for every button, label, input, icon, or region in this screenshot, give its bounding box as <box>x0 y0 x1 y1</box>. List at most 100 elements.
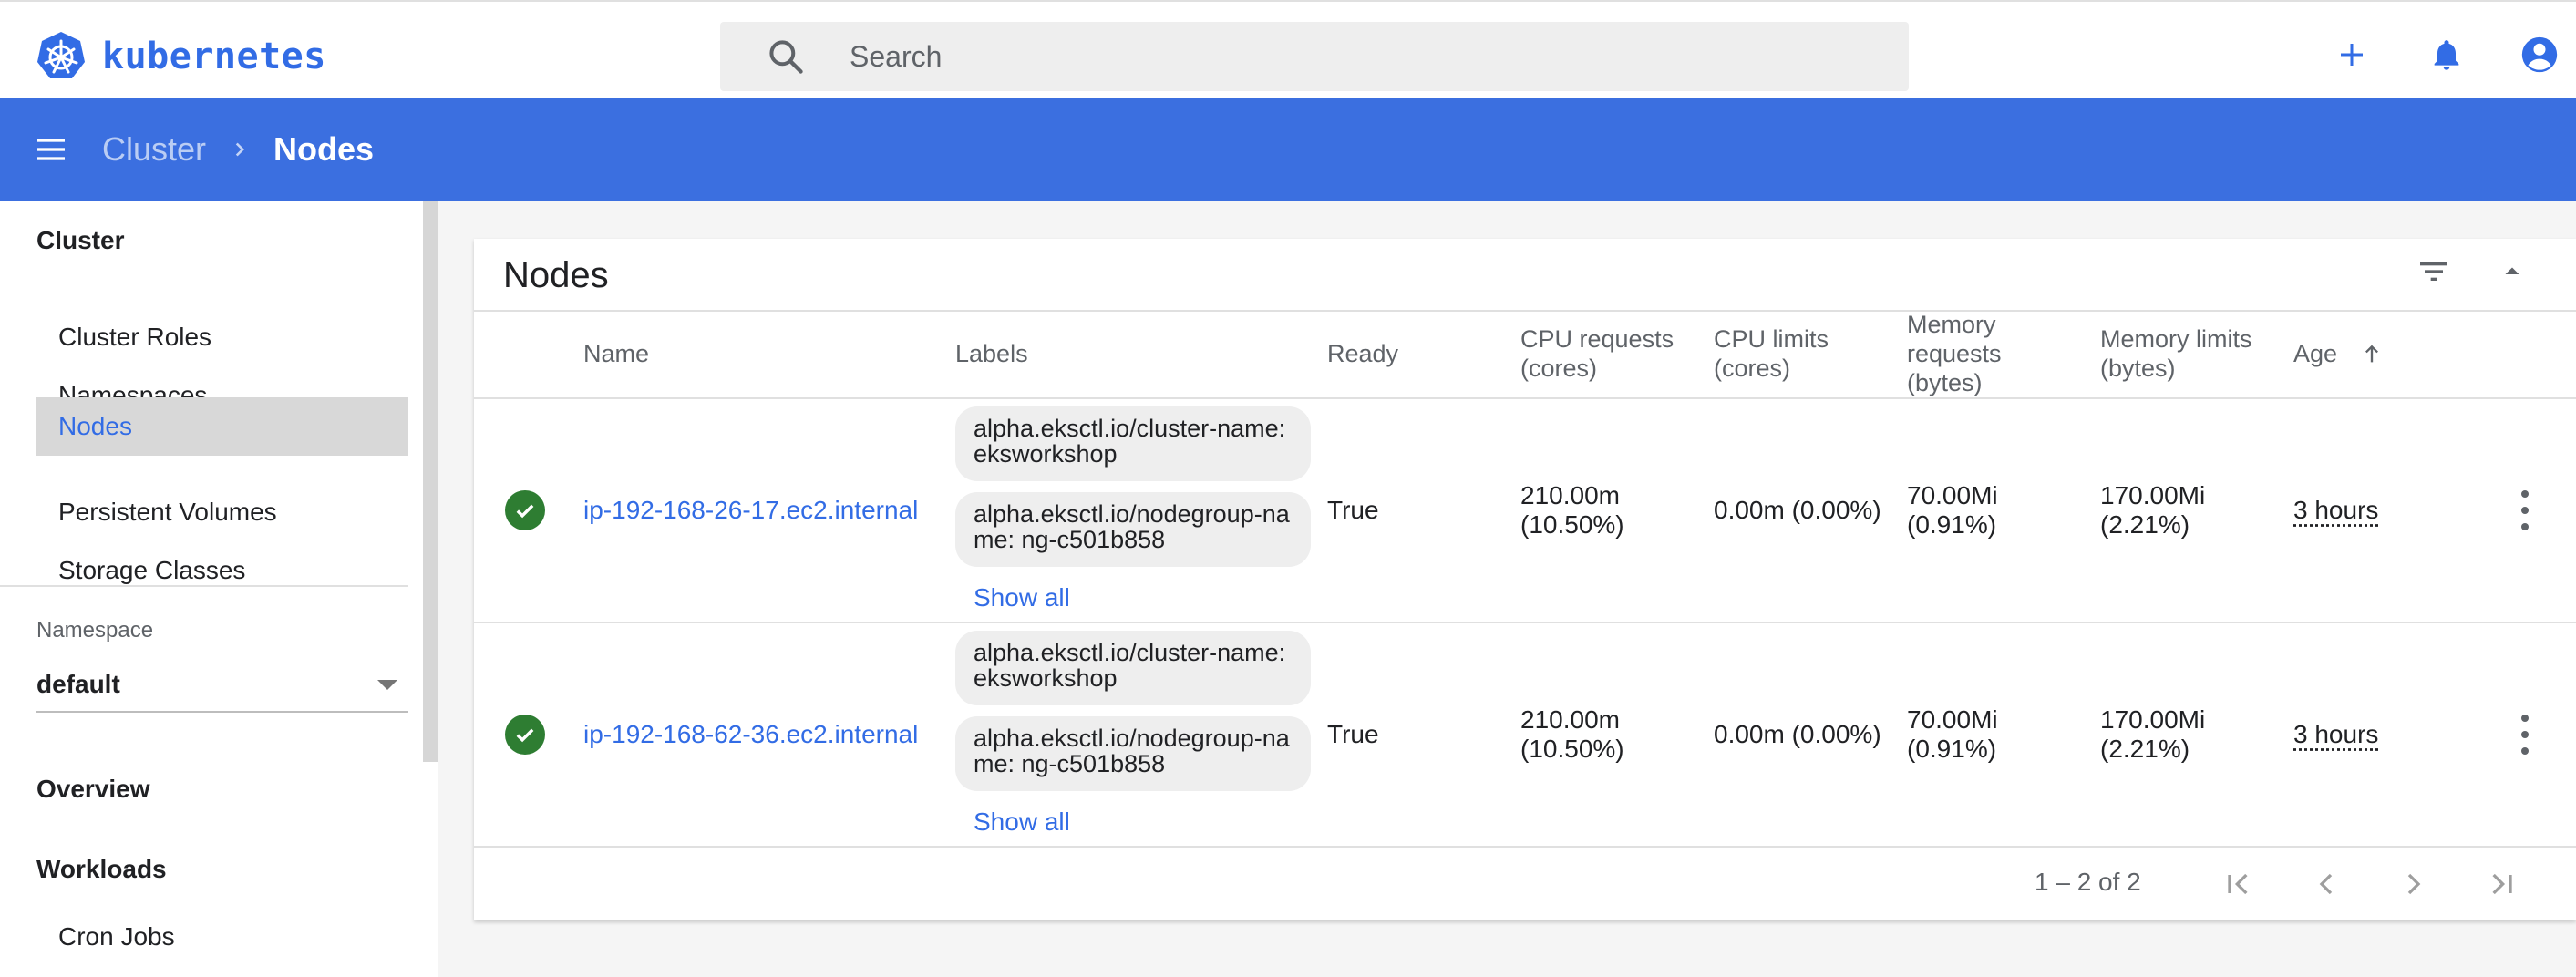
sidebar-item-cluster-roles[interactable]: Cluster Roles <box>36 308 408 366</box>
memory-requests-value: 70.00Mi (0.91%) <box>1907 481 1998 540</box>
page-header: Cluster Nodes <box>0 98 2576 201</box>
column-header-line: (bytes) <box>2100 355 2176 382</box>
column-header-line: Memory limits <box>2100 325 2252 353</box>
filter-icon <box>2420 262 2447 281</box>
bell-icon <box>2434 40 2459 70</box>
more-vert-icon[interactable] <box>2516 490 2534 530</box>
top-bar: kubernetes <box>0 0 2576 98</box>
create-button[interactable] <box>2330 33 2374 77</box>
account-button[interactable] <box>2518 33 2561 77</box>
row-divider <box>474 397 2576 399</box>
memory-requests-value: 70.00Mi (0.91%) <box>1907 705 1998 764</box>
show-all-link[interactable]: Show all <box>974 807 1070 837</box>
sidebar-item-storage-classes[interactable]: Storage Classes <box>36 541 408 600</box>
caret-up-icon <box>2505 267 2519 274</box>
sidebar-item-cron-jobs[interactable]: Cron Jobs <box>36 908 408 966</box>
column-header-name[interactable]: Name <box>583 339 649 368</box>
value-line: 70.00Mi <box>1907 705 1998 734</box>
next-page-icon <box>2407 873 2421 895</box>
breadcrumb-nodes: Nodes <box>273 130 375 168</box>
sidebar-section-overview[interactable]: Overview <box>36 775 150 804</box>
column-header-line: (cores) <box>1520 355 1598 382</box>
first-page-icon <box>2228 873 2248 895</box>
age-value[interactable]: 3 hours <box>2293 496 2378 525</box>
namespace-value: default <box>36 670 120 698</box>
label-chip: alpha.eksctl.io/nodegroup-name: ng-c501b… <box>955 716 1311 791</box>
label-chip: alpha.eksctl.io/cluster-name: eksworksho… <box>955 631 1311 705</box>
value-line: 170.00Mi <box>2100 481 2206 509</box>
namespace-select[interactable]: default <box>36 658 408 713</box>
last-page-icon <box>2492 873 2512 895</box>
kubernetes-logo[interactable]: kubernetes <box>35 27 326 86</box>
ready-value: True <box>1327 720 1379 748</box>
cpu-requests-value: 210.00m (10.50%) <box>1520 481 1624 540</box>
node-name-link[interactable]: ip-192-168-62-36.ec2.internal <box>583 720 918 749</box>
prev-page-icon <box>2319 873 2333 895</box>
next-page-button[interactable] <box>2394 864 2434 904</box>
node-name-link[interactable]: ip-192-168-26-17.ec2.internal <box>583 496 918 525</box>
kubernetes-logo-icon <box>37 32 85 78</box>
sidebar: Cluster Cluster Roles Namespaces Nodes P… <box>0 201 438 977</box>
age-value[interactable]: 3 hours <box>2293 720 2378 749</box>
ready-value: True <box>1327 496 1379 524</box>
column-header-line: CPU requests <box>1520 325 1674 353</box>
check-circle-icon <box>505 490 545 530</box>
last-page-button[interactable] <box>2481 864 2521 904</box>
value-line: (10.50%) <box>1520 510 1624 539</box>
column-header-age[interactable]: Age <box>2293 339 2385 368</box>
breadcrumb-cluster[interactable]: Cluster <box>102 130 206 169</box>
sidebar-section-cluster[interactable]: Cluster <box>36 226 124 255</box>
value-line: (10.50%) <box>1520 735 1624 763</box>
header-divider <box>474 310 2576 312</box>
column-header-memory-requests[interactable]: Memory requests (bytes) <box>1907 310 2002 397</box>
namespace-label: Namespace <box>36 618 154 643</box>
value-line: (0.91%) <box>1907 510 1997 539</box>
value-line: (2.21%) <box>2100 735 2190 763</box>
search-input[interactable] <box>850 39 1852 74</box>
search-icon <box>769 40 803 74</box>
first-page-button[interactable] <box>2219 864 2259 904</box>
memory-limits-value: 170.00Mi (2.21%) <box>2100 481 2205 540</box>
menu-icon[interactable] <box>33 131 69 168</box>
collapse-button[interactable] <box>2490 250 2534 293</box>
pagination-range: 1 – 2 of 2 <box>2035 868 2141 896</box>
label-chip: alpha.eksctl.io/nodegroup-name: ng-c501b… <box>955 492 1311 567</box>
column-header-ready[interactable]: Ready <box>1327 339 1398 368</box>
cpu-requests-value: 210.00m (10.50%) <box>1520 705 1624 764</box>
notifications-button[interactable] <box>2425 33 2468 77</box>
cpu-limits-value: 0.00m (0.00%) <box>1714 720 1881 748</box>
column-header-line: requests <box>1907 340 2002 367</box>
account-icon <box>2521 36 2558 73</box>
row-divider <box>474 622 2576 623</box>
sidebar-item-nodes[interactable]: Nodes <box>36 397 408 456</box>
cpu-limits-value: 0.00m (0.00%) <box>1714 496 1881 524</box>
column-header-cpu-requests[interactable]: CPU requests (cores) <box>1520 324 1674 383</box>
show-all-link[interactable]: Show all <box>974 583 1070 612</box>
memory-limits-value: 170.00Mi (2.21%) <box>2100 705 2205 764</box>
sidebar-divider <box>0 585 408 587</box>
filter-button[interactable] <box>2412 250 2456 293</box>
prev-page-button[interactable] <box>2306 864 2346 904</box>
card-title: Nodes <box>503 255 609 295</box>
column-header-memory-limits[interactable]: Memory limits (bytes) <box>2100 324 2252 383</box>
chevron-right-icon <box>228 138 252 161</box>
row-divider <box>474 846 2576 848</box>
column-header-line: CPU limits <box>1714 325 1829 353</box>
column-header-line: (bytes) <box>1907 369 1983 396</box>
sidebar-section-workloads[interactable]: Workloads <box>36 855 167 884</box>
breadcrumb: Cluster Nodes <box>102 126 374 173</box>
value-line: 70.00Mi <box>1907 481 1998 509</box>
more-vert-icon[interactable] <box>2516 715 2534 755</box>
column-header-line: Memory <box>1907 311 1996 338</box>
column-header-labels[interactable]: Labels <box>955 339 1028 368</box>
search-bar[interactable] <box>720 22 1909 91</box>
column-header-line: (cores) <box>1714 355 1791 382</box>
label-chip: alpha.eksctl.io/cluster-name: eksworksho… <box>955 406 1311 481</box>
sidebar-item-persistent-volumes[interactable]: Persistent Volumes <box>36 483 408 541</box>
plus-icon <box>2341 44 2363 66</box>
check-circle-icon <box>505 715 545 755</box>
value-line: 210.00m <box>1520 481 1620 509</box>
column-header-cpu-limits[interactable]: CPU limits (cores) <box>1714 324 1829 383</box>
sidebar-scrollbar[interactable] <box>423 201 438 762</box>
nodes-card: Nodes Name Labels Ready CPU requests (co… <box>474 239 2576 920</box>
